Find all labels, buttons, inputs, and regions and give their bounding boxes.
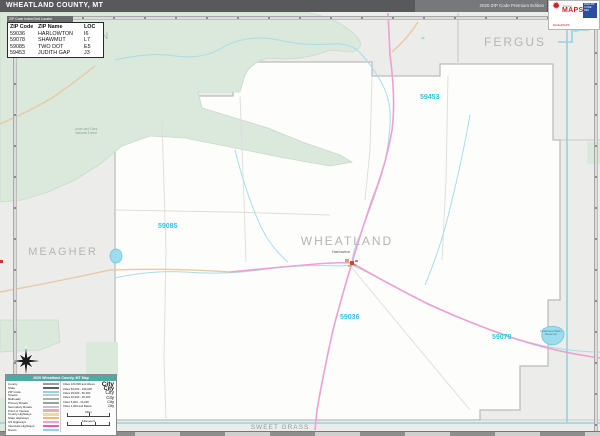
county-label-fergus: FERGUS [483, 35, 546, 49]
lake-label: Deadmans Basin Reservoir [540, 329, 562, 337]
col-loc: LOC [84, 24, 96, 30]
zip-label-59085: 59085 [158, 223, 178, 230]
county-map-canvas [0, 11, 600, 436]
county-label-meagher: MEAGHER [28, 246, 98, 258]
table-row: 59085 TWO DOT E5 [10, 43, 91, 50]
county-label-wheatland: WHEATLAND [300, 234, 394, 248]
table-row: 59036 HARLOWTON I6 [10, 30, 89, 37]
title-bar: WHEATLAND COUNTY, MT 2020 ZIP Code Premi… [0, 0, 600, 12]
map-title: WHEATLAND COUNTY, MT [6, 2, 104, 9]
legend-line-items: County State ZIP Code Streets Railroads … [6, 381, 60, 432]
zip-index-header-row: ZIP Code ZIP Name LOC [10, 24, 103, 31]
logo-tagline: MarketMAPS [553, 23, 570, 27]
forest-label: Lewis and Clark National Forest [74, 127, 98, 135]
county-label-sweet-grass: SWEET GRASS [250, 424, 310, 431]
legend: 2020 Wheatland County, MT Map County Sta… [5, 374, 117, 436]
zip-index-tab: ZIP Code Index/Grid Locator [7, 16, 73, 22]
grid-ruler-top [20, 16, 594, 20]
scale-bar-miles: Miles [63, 410, 114, 418]
zip-label-59036: 59036 [340, 314, 360, 321]
logo-brand: MAPS [562, 7, 584, 14]
table-row: 59453 JUDITH GAP J3 [10, 50, 90, 57]
zip-label-59078: 59078 [492, 334, 512, 341]
zip-index-table: ZIP Code ZIP Name LOC 59036 HARLOWTON I6… [7, 22, 104, 58]
zip-label-59453: 59453 [420, 94, 440, 101]
logo-star-icon: ✹ [552, 1, 561, 12]
col-zip-name: ZIP Name [38, 24, 63, 30]
col-zip-code: ZIP Code [10, 24, 34, 30]
town-label: Harlowton [332, 249, 351, 254]
scale-bar-kilometers: Kilometers [63, 419, 114, 427]
publisher-logo: ✹ Market MAPS 2020 ZIP CODE REF MarketMA… [548, 0, 600, 30]
logo-badge: 2020 ZIP CODE REF [583, 3, 597, 18]
legend-city-items: Cities 100,000 and Above City Cities 50,0… [60, 381, 116, 432]
edition-label: 2020 ZIP Code Premium Edition [479, 3, 544, 8]
grid-ruler-right [594, 21, 598, 431]
map-page: JUDITH BASIN FERGUS MEAGHER WHEATLAND SW… [0, 0, 600, 436]
table-row: 59078 SHAWMUT L7 [10, 37, 90, 44]
